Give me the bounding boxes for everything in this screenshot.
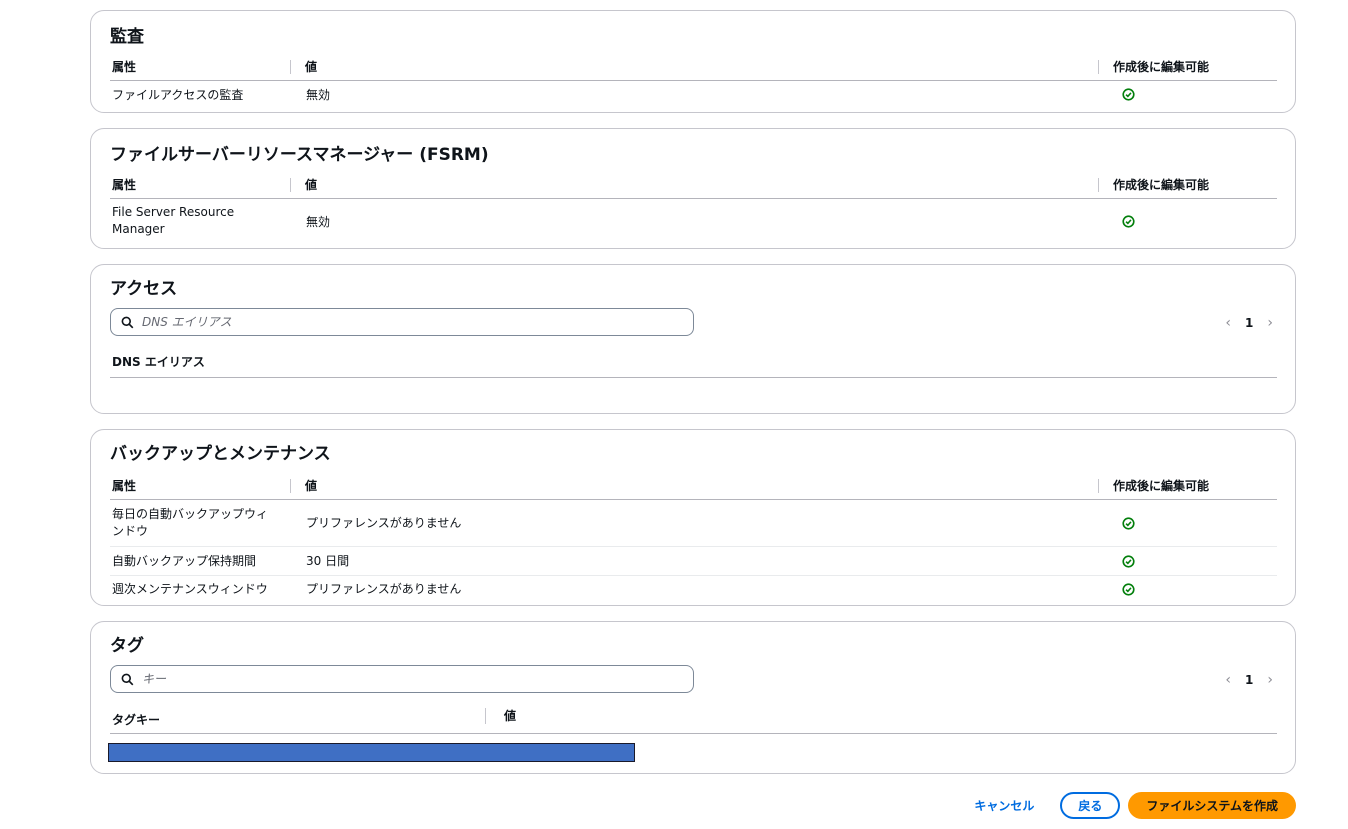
col-value: 値 [290,473,1098,500]
audit-card: 監査 属性 値 作成後に編集可能 ファイルアクセスの監査 無効 [90,10,1296,113]
attr-cell: ファイルアクセスの監査 [112,87,244,102]
tags-table-header: タグキー 値 [110,706,1277,734]
chevron-left-icon[interactable]: ‹ [1225,315,1231,331]
col-value: 値 [290,172,1098,199]
table-row: File Server Resource Manager 無効 [110,198,1277,244]
col-value: 値 [290,54,1098,81]
page-number[interactable]: 1 [1245,673,1253,687]
editable-cell [1098,499,1277,547]
chevron-left-icon[interactable]: ‹ [1225,672,1231,688]
col-editable: 作成後に編集可能 [1098,172,1277,199]
table-row: 週次メンテナンスウィンドウ プリファレンスがありません [110,575,1277,602]
backup-title: バックアップとメンテナンス [110,444,331,464]
divider [110,377,1277,378]
backup-table: 属性 値 作成後に編集可能 毎日の自動バックアップウィンドウ プリファレンスがあ… [110,473,1277,602]
redacted-tag-row [108,743,635,762]
chevron-right-icon[interactable]: › [1267,315,1273,331]
cancel-button[interactable]: キャンセル [974,797,1034,814]
table-row: 毎日の自動バックアップウィンドウ プリファレンスがありません [110,499,1277,547]
dns-alias-search-input[interactable] [142,315,662,329]
status-positive-icon [1122,88,1135,101]
create-file-system-button[interactable]: ファイルシステムを作成 [1128,792,1296,819]
chevron-right-icon[interactable]: › [1267,672,1273,688]
dns-alias-column-header: DNS エイリアス [112,355,205,369]
col-editable: 作成後に編集可能 [1098,473,1277,500]
back-button[interactable]: 戻る [1060,792,1121,819]
access-title: アクセス [110,279,178,299]
tags-card: タグ ‹ 1 › タグキー 値 [90,621,1296,774]
value-cell: 30 日間 [290,546,1098,576]
form-actions: キャンセル 戻る ファイルシステムを作成 [974,792,1296,819]
dns-alias-search[interactable] [110,308,694,336]
attr-cell: 自動バックアップ保持期間 [110,546,290,576]
backup-card: バックアップとメンテナンス 属性 値 作成後に編集可能 毎日の自動バックアップウ… [90,429,1296,606]
audit-title: 監査 [110,27,144,47]
col-attr: 属性 [110,54,290,81]
fsrm-card: ファイルサーバーリソースマネージャー (FSRM) 属性 値 作成後に編集可能 … [90,128,1296,249]
attr-cell: 毎日の自動バックアップウィンドウ [110,499,290,547]
editable-cell [1098,546,1277,576]
tag-key-search-input[interactable] [142,672,662,686]
audit-table: 属性 値 作成後に編集可能 ファイルアクセスの監査 無効 [110,54,1277,108]
value-cell: 無効 [306,214,331,229]
status-positive-icon [1122,554,1135,568]
col-attr: 属性 [110,172,290,199]
fsrm-title: ファイルサーバーリソースマネージャー (FSRM) [110,145,489,165]
editable-cell [1098,80,1277,108]
value-cell: プリファレンスがありません [306,582,462,597]
tag-key-search[interactable] [110,665,694,693]
status-positive-icon [1122,215,1135,228]
search-icon [121,673,134,685]
table-row: 自動バックアップ保持期間 30 日間 [110,546,1277,576]
col-editable: 作成後に編集可能 [1098,54,1277,81]
status-positive-icon [1122,516,1135,530]
table-row: ファイルアクセスの監査 無効 [110,80,1277,108]
editable-cell [1098,198,1277,244]
attr-cell: File Server Resource Manager [112,205,235,237]
fsrm-table: 属性 値 作成後に編集可能 File Server Resource Manag… [110,172,1277,244]
page-number[interactable]: 1 [1245,316,1253,330]
search-icon [121,316,134,328]
col-tag-key: タグキー [112,713,161,727]
access-card: アクセス ‹ 1 › DNS エイリアス [90,264,1296,414]
status-positive-icon [1122,583,1135,596]
attr-cell: 週次メンテナンスウィンドウ [112,582,268,597]
access-pagination: ‹ 1 › [1225,315,1273,331]
value-cell: プリファレンスがありません [290,499,1098,547]
editable-cell [1098,575,1277,602]
tags-title: タグ [110,636,144,656]
col-value: 値 [485,708,516,724]
tags-pagination: ‹ 1 › [1225,672,1273,688]
value-cell: 無効 [306,87,331,102]
col-attr: 属性 [110,473,290,500]
